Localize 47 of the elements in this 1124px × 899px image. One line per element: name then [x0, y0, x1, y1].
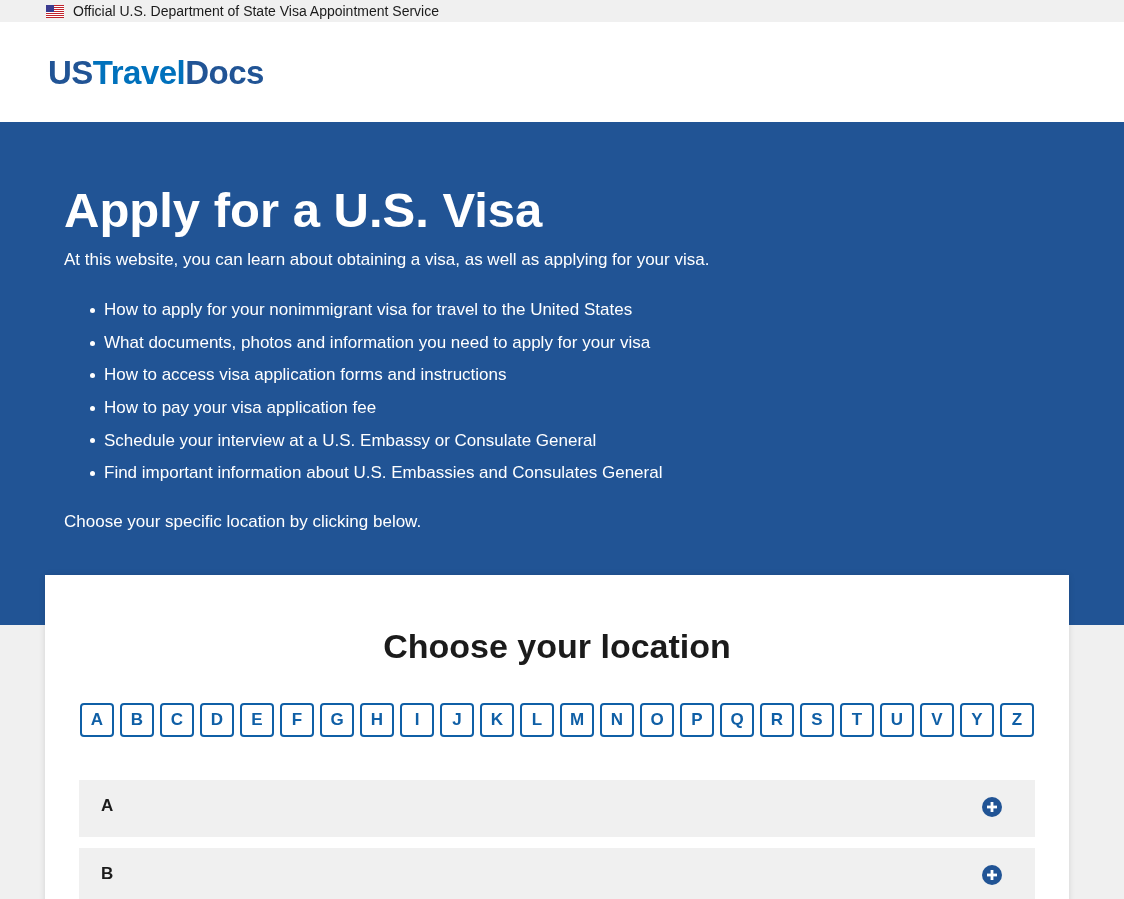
info-list-item: How to access visa application forms and instructions	[104, 364, 507, 387]
letter-filter-button[interactable]: R	[760, 702, 794, 737]
bullet-icon	[90, 470, 95, 476]
official-banner-text: Official U.S. Department of State Visa Appointment Service	[73, 4, 439, 18]
location-prompt-text: Choose your specific location by clicking below.	[64, 510, 423, 533]
bullet-icon	[90, 438, 95, 444]
site-logo[interactable]: USTravelDocs	[48, 55, 264, 89]
letter-filter-button[interactable]: F	[280, 702, 314, 737]
page-title: Apply for a U.S. Visa	[64, 184, 544, 236]
letter-filter-button[interactable]: C	[160, 702, 194, 737]
accordion-label: B	[101, 863, 114, 884]
letter-filter-button[interactable]: U	[880, 702, 914, 737]
info-list-item: How to apply for your nonimmigrant visa for travel to the United States	[104, 299, 633, 322]
intro-text: At this website, you can learn about obtaining a visa, as well as applying for your visa.	[64, 249, 711, 271]
letter-filter-button[interactable]: O	[640, 702, 674, 737]
letter-filter-button[interactable]: Y	[960, 702, 994, 737]
bullet-icon	[90, 373, 95, 379]
bullet-icon	[90, 340, 95, 346]
location-heading: Choose your location	[382, 625, 732, 667]
bullet-icon	[90, 308, 95, 313]
location-accordion-header[interactable]: B	[79, 847, 1035, 899]
letter-filter-button[interactable]: E	[240, 702, 274, 737]
letter-filter-button[interactable]: A	[80, 702, 114, 737]
letter-filter-button[interactable]: V	[920, 702, 954, 737]
us-flag-icon	[46, 4, 64, 18]
letter-filter-button[interactable]: I	[400, 702, 434, 737]
letter-filter-button[interactable]: Q	[720, 702, 754, 737]
letter-filter-button[interactable]: J	[440, 702, 474, 737]
letter-filter-button[interactable]: G	[320, 702, 354, 737]
letter-filter-button[interactable]: M	[560, 702, 594, 737]
letter-filter-button[interactable]: T	[840, 702, 874, 737]
info-list-item: How to pay your visa application fee	[104, 397, 377, 420]
letter-filter-button[interactable]: H	[360, 702, 394, 737]
bullet-icon	[90, 405, 95, 411]
letter-filter-button[interactable]: P	[680, 702, 714, 737]
accordion-label: A	[101, 795, 114, 816]
letter-filter-button[interactable]: B	[120, 702, 154, 737]
info-list-item: Schedule your interview at a U.S. Embassy or Consulate General	[104, 429, 597, 452]
letter-filter-button[interactable]: Z	[1000, 702, 1034, 737]
info-list-item: What documents, photos and information you need to apply for your visa	[104, 331, 651, 354]
letter-filter-button[interactable]: S	[800, 702, 834, 737]
location-accordion-header[interactable]: A	[79, 779, 1035, 837]
letter-filter-button[interactable]: D	[200, 702, 234, 737]
letter-filter-button[interactable]: L	[520, 702, 554, 737]
info-list-item: Find important information about U.S. Embassies and Consulates General	[104, 462, 663, 485]
letter-filter-button[interactable]: K	[480, 702, 514, 737]
letter-filter-button[interactable]: N	[600, 702, 634, 737]
